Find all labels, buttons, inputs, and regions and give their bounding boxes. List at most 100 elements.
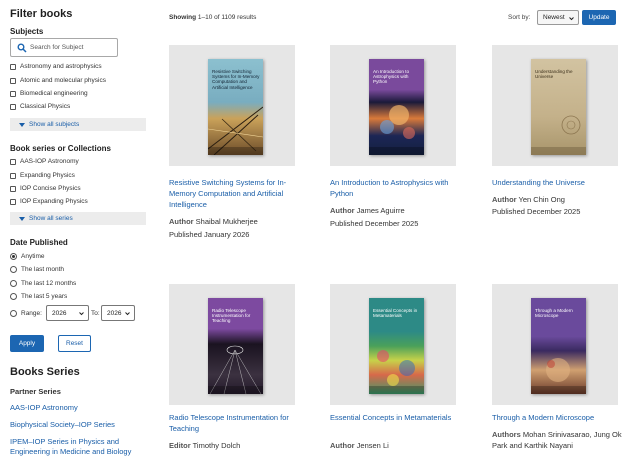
apply-button[interactable]: Apply xyxy=(10,335,44,352)
search-icon xyxy=(17,43,27,53)
series-checkbox-expanding[interactable]: Expanding Physics xyxy=(10,170,75,181)
subject-checkbox-astronomy[interactable]: Astronomy and astrophysics xyxy=(10,61,102,72)
book-published: Published January 2026 xyxy=(169,230,250,239)
series-label: Expanding Physics xyxy=(20,172,75,179)
cover-frame[interactable]: An Introduction to Astrophysics with Pyt… xyxy=(330,45,456,166)
radio-button[interactable] xyxy=(10,280,17,287)
book-title-link[interactable]: Understanding the Universe xyxy=(492,177,622,188)
book-title-link[interactable]: Essential Concepts in Metamaterials xyxy=(330,412,460,423)
cover-footer-bar xyxy=(369,147,424,155)
date-radio-last-5-years[interactable]: The last 5 years xyxy=(10,291,67,302)
author-role: Author xyxy=(492,195,517,204)
chevron-down-icon xyxy=(125,312,130,316)
book-title-link[interactable]: Resistive Switching Systems for In-Memor… xyxy=(169,177,299,210)
checkbox[interactable] xyxy=(10,158,16,165)
authors-role: Authors xyxy=(492,430,521,439)
checkbox[interactable] xyxy=(10,198,16,205)
caret-down-icon xyxy=(19,216,25,221)
showing-range: 1–10 of 1109 results xyxy=(197,14,257,21)
book-author: Author Shaibal Mukherjee xyxy=(169,216,299,227)
book-title-link[interactable]: Radio Telescope Instrumentation for Teac… xyxy=(169,412,299,434)
partner-series-link[interactable]: IPEM–IOP Series in Physics and Engineeri… xyxy=(10,437,146,457)
date-radio-anytime[interactable]: Anytime xyxy=(10,251,44,262)
sort-select[interactable]: Newest xyxy=(537,10,579,25)
cover-footer-bar xyxy=(208,147,263,155)
subjects-title: Subjects xyxy=(10,27,44,36)
partner-series-link[interactable]: AAS-IOP Astronomy xyxy=(10,403,78,413)
reset-button[interactable]: Reset xyxy=(58,335,91,352)
subject-checkbox-biomedical[interactable]: Biomedical engineering xyxy=(10,88,88,99)
cover-frame[interactable]: Through a Modern Microscope xyxy=(492,284,618,405)
book-author: Author Yen Chin Ong xyxy=(492,194,622,205)
author-name: Shaibal Mukherjee xyxy=(195,217,258,226)
book-title-link[interactable]: An Introduction to Astrophysics with Pyt… xyxy=(330,177,460,199)
filter-books-title: Filter books xyxy=(10,8,73,20)
book-author: Author Jensen Li xyxy=(330,440,460,451)
series-title: Book series or Collections xyxy=(10,144,111,153)
sort-value: Newest xyxy=(543,14,565,21)
radio-button[interactable] xyxy=(10,293,17,300)
cover-title: An Introduction to Astrophysics with Pyt… xyxy=(373,69,410,85)
series-checkbox-iop-expanding[interactable]: IOP Expanding Physics xyxy=(10,196,88,207)
cover-frame[interactable]: Understanding the Universe xyxy=(492,45,618,166)
cover-title: Resistive Switching Systems for In-Memor… xyxy=(212,69,260,90)
date-radio-range[interactable]: Range: xyxy=(10,308,42,319)
chevron-down-icon xyxy=(569,17,574,21)
date-radio-last-12-months[interactable]: The last 12 months xyxy=(10,278,76,289)
filter-sidebar: Filter books Subjects Astronomy and astr… xyxy=(10,0,146,466)
date-radio-last-month[interactable]: The last month xyxy=(10,264,64,275)
author-name: Jensen Li xyxy=(356,441,389,450)
show-all-series-button[interactable]: Show all series xyxy=(10,212,146,225)
range-from-select[interactable]: 2026 xyxy=(46,305,89,321)
book-cover[interactable]: Radio Telescope Instrumentation for Teac… xyxy=(208,298,263,394)
show-all-subjects-button[interactable]: Show all subjects xyxy=(10,118,146,131)
series-label: AAS-IOP Astronomy xyxy=(20,158,79,165)
checkbox[interactable] xyxy=(10,90,16,97)
book-cover[interactable]: Essential Concepts in Metamaterials xyxy=(369,298,424,394)
range-to-select[interactable]: 2026 xyxy=(101,305,135,321)
subject-search-input[interactable] xyxy=(30,41,116,54)
checkbox[interactable] xyxy=(10,77,16,84)
author-name: James Aguirre xyxy=(356,206,405,215)
book-cover[interactable]: Resistive Switching Systems for In-Memor… xyxy=(208,59,263,155)
book-title-link[interactable]: Through a Modern Microscope xyxy=(492,412,622,423)
checkbox[interactable] xyxy=(10,103,16,110)
chevron-down-icon xyxy=(79,312,84,316)
date-option-label: Anytime xyxy=(21,253,45,260)
book-cover[interactable]: Understanding the Universe xyxy=(531,59,586,155)
cover-frame[interactable]: Resistive Switching Systems for In-Memor… xyxy=(169,45,295,166)
cover-frame[interactable]: Essential Concepts in Metamaterials xyxy=(330,284,456,405)
sort-label: Sort by: xyxy=(508,14,531,21)
checkbox[interactable] xyxy=(10,63,16,70)
cover-title: Essential Concepts in Metamaterials xyxy=(373,308,418,319)
series-checkbox-concise[interactable]: IOP Concise Physics xyxy=(10,183,81,194)
partner-series-title: Partner Series xyxy=(10,387,61,396)
date-option-label: The last 12 months xyxy=(21,280,77,287)
date-option-label: The last 5 years xyxy=(21,293,68,300)
range-from-value: 2026 xyxy=(52,309,67,317)
author-role: Author xyxy=(330,206,355,215)
subject-search-box[interactable] xyxy=(10,38,118,57)
update-button[interactable]: Update xyxy=(582,10,616,25)
range-label: Range: xyxy=(21,310,42,317)
book-published: Published December 2025 xyxy=(330,219,419,228)
book-cover[interactable]: Through a Modern Microscope xyxy=(531,298,586,394)
author-role: Author xyxy=(169,217,194,226)
subject-checkbox-classical[interactable]: Classical Physics xyxy=(10,101,70,112)
book-editor: Editor Timothy Dolch xyxy=(169,440,299,451)
radio-button[interactable] xyxy=(10,266,17,273)
subject-label: Biomedical engineering xyxy=(20,90,88,97)
date-option-label: The last month xyxy=(21,266,64,273)
radio-button[interactable] xyxy=(10,310,17,317)
partner-series-link[interactable]: Biophysical Society–IOP Series xyxy=(10,420,115,430)
checkbox[interactable] xyxy=(10,185,16,192)
range-to-label: To: xyxy=(91,310,100,317)
book-cover[interactable]: An Introduction to Astrophysics with Pyt… xyxy=(369,59,424,155)
cover-frame[interactable]: Radio Telescope Instrumentation for Teac… xyxy=(169,284,295,405)
subject-checkbox-atomic[interactable]: Atomic and molecular physics xyxy=(10,75,106,86)
radio-button-selected[interactable] xyxy=(10,253,17,260)
series-checkbox-aas[interactable]: AAS-IOP Astronomy xyxy=(10,156,79,167)
series-label: IOP Expanding Physics xyxy=(20,198,88,205)
subject-label: Astronomy and astrophysics xyxy=(20,63,102,70)
checkbox[interactable] xyxy=(10,172,16,179)
